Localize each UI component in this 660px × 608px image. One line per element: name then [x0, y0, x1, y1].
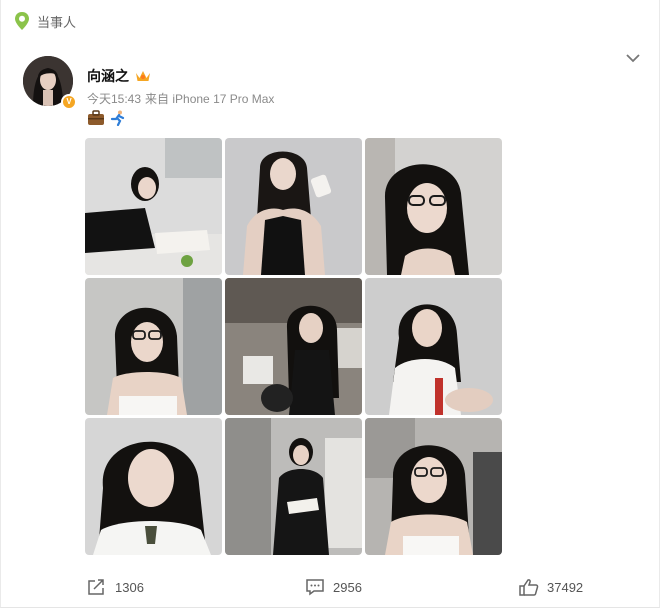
runner-emoji-icon [109, 110, 127, 127]
thumbs-up-icon [519, 579, 539, 596]
photo-tile-3[interactable] [365, 138, 502, 275]
share-button[interactable]: 1306 [87, 578, 144, 596]
photo-tile-2[interactable] [225, 138, 362, 275]
post-card: 当事人 V 向涵之 今天15:43 来自 iPhone 17 Pro Max 1… [0, 0, 660, 608]
photo-tile-4[interactable] [85, 278, 222, 415]
avatar[interactable]: V [23, 56, 77, 110]
photo-tile-6[interactable] [365, 278, 502, 415]
share-icon [88, 579, 104, 595]
photo-tile-8[interactable] [225, 418, 362, 555]
photo-tile-7[interactable] [85, 418, 222, 555]
post-meta: 今天15:43 来自 iPhone 17 Pro Max [87, 90, 274, 107]
briefcase-emoji-icon [87, 110, 105, 126]
share-count: 1306 [115, 579, 144, 595]
photo-tile-5[interactable] [225, 278, 362, 415]
member-crown-icon[interactable] [135, 69, 151, 83]
topic-label: 当事人 [37, 14, 77, 30]
post-time[interactable]: 今天15:43 [87, 90, 141, 107]
like-button[interactable]: 37492 [519, 578, 583, 596]
topic-header[interactable]: 当事人 [13, 10, 76, 32]
post-source: 来自 iPhone 17 Pro Max [145, 92, 275, 106]
verified-badge-icon: V [61, 94, 77, 110]
comment-count: 2956 [333, 579, 362, 595]
photo-tile-9[interactable] [365, 418, 502, 555]
photo-tile-1[interactable] [85, 138, 222, 275]
chevron-down-icon[interactable] [625, 52, 641, 64]
like-count: 37492 [547, 579, 584, 595]
comment-icon [306, 579, 324, 596]
location-pin-icon [15, 12, 29, 30]
comment-button[interactable]: 2956 [305, 578, 362, 596]
photo-grid [85, 138, 502, 555]
post-text [87, 110, 127, 127]
action-bar: 1306 2956 37492 [1, 576, 660, 602]
author-name[interactable]: 向涵之 [87, 66, 129, 86]
